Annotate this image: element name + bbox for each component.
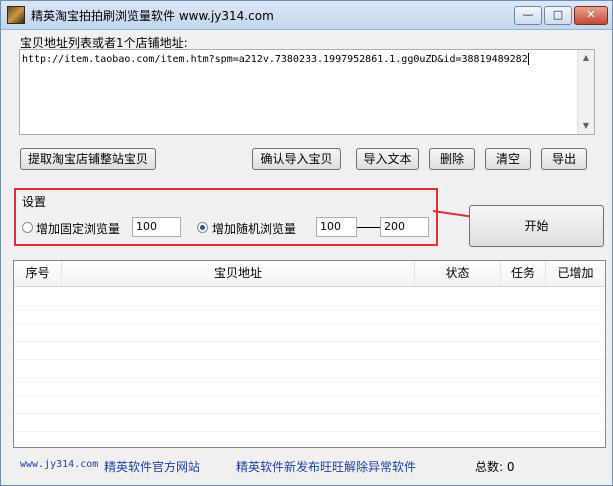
row-divider xyxy=(14,431,605,432)
row-divider xyxy=(14,359,605,360)
main-window: 精英淘宝拍拍刷浏览量软件 www.jy314.com — □ ✕ 宝贝地址列表或… xyxy=(0,0,613,486)
clear-button[interactable]: 清空 xyxy=(485,148,531,170)
fixed-views-radio[interactable] xyxy=(22,222,33,233)
fetch-shop-items-button[interactable]: 提取淘宝店铺整站宝贝 xyxy=(20,148,156,170)
row-divider xyxy=(14,395,605,396)
random-max-input[interactable]: 200 xyxy=(380,217,429,237)
url-input-value: http://item.taobao.com/item.htm?spm=a212… xyxy=(22,53,529,65)
table-header: 序号 宝贝地址 状态 任务 已增加 xyxy=(14,261,605,287)
import-text-button[interactable]: 导入文本 xyxy=(356,148,419,170)
close-button[interactable]: ✕ xyxy=(574,6,608,25)
fixed-views-label: 增加固定浏览量 xyxy=(36,222,121,236)
row-divider xyxy=(14,341,605,342)
app-icon xyxy=(7,6,25,24)
column-header[interactable]: 已增加 xyxy=(546,261,605,286)
row-divider xyxy=(14,377,605,378)
range-dash xyxy=(357,227,380,228)
column-header[interactable]: 状态 xyxy=(415,261,501,286)
column-header[interactable]: 任务 xyxy=(501,261,546,286)
promo-link[interactable]: 精英软件新发布旺旺解除异常软件 xyxy=(236,458,416,475)
start-button[interactable]: 开始 xyxy=(469,205,604,247)
delete-button[interactable]: 删除 xyxy=(429,148,475,170)
random-min-input[interactable]: 100 xyxy=(316,217,357,237)
column-header[interactable]: 序号 xyxy=(14,261,62,286)
fixed-views-input[interactable]: 100 xyxy=(132,217,181,237)
maximize-button[interactable]: □ xyxy=(544,6,572,25)
row-divider xyxy=(14,413,605,414)
random-views-radio[interactable] xyxy=(197,222,208,233)
url-input-scrollbar[interactable]: ▲ ▼ xyxy=(577,50,594,134)
random-views-label: 增加随机浏览量 xyxy=(212,222,297,236)
settings-title: 设置 xyxy=(22,195,47,209)
scroll-up-icon[interactable]: ▲ xyxy=(578,50,594,66)
row-divider xyxy=(14,323,605,324)
url-input[interactable]: http://item.taobao.com/item.htm?spm=a212… xyxy=(19,49,595,135)
column-header[interactable]: 宝贝地址 xyxy=(62,261,415,286)
total-count: 总数: 0 xyxy=(475,460,515,474)
items-table[interactable]: 序号 宝贝地址 状态 任务 已增加 xyxy=(13,260,606,448)
export-button[interactable]: 导出 xyxy=(541,148,587,170)
confirm-import-button[interactable]: 确认导入宝贝 xyxy=(252,148,341,170)
title-bar[interactable]: 精英淘宝拍拍刷浏览量软件 www.jy314.com — □ ✕ xyxy=(1,1,612,30)
window-title: 精英淘宝拍拍刷浏览量软件 www.jy314.com xyxy=(31,9,274,23)
minimize-button[interactable]: — xyxy=(514,6,542,25)
site-url-link[interactable]: www.jy314.com xyxy=(20,459,98,470)
row-divider xyxy=(14,305,605,306)
scroll-down-icon[interactable]: ▼ xyxy=(578,118,594,134)
official-site-link[interactable]: 精英软件官方网站 xyxy=(104,458,200,475)
settings-group: 设置 xyxy=(14,188,438,246)
